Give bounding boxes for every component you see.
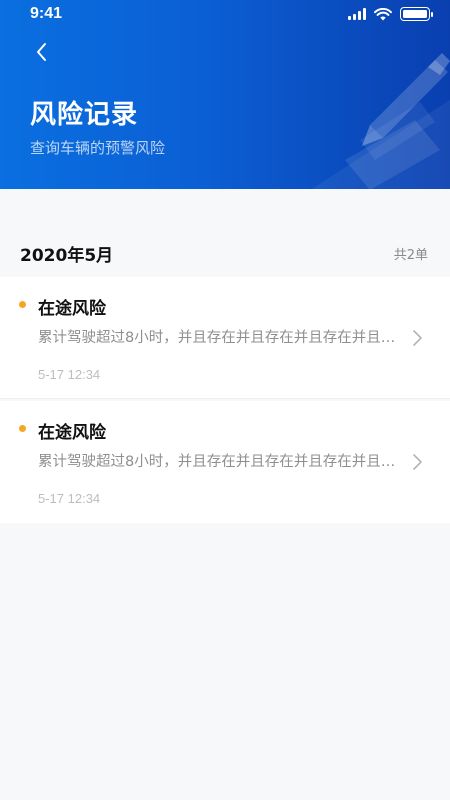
battery-icon [400,7,433,21]
section-month-label: 2020年5月 [20,246,114,266]
divider [0,398,450,399]
chevron-right-icon [413,330,422,346]
status-bar: 9:41 [0,0,450,30]
risk-record-time: 5-17 12:34 [38,491,101,506]
risk-record-description: 累计驾驶超过8小时，并且存在并且存在并且存在并且存在 [38,330,408,346]
pen-document-decoration [311,53,450,189]
wifi-icon [374,7,392,20]
page-header: 9:41 风险记录 查询车辆的预警风险 [0,0,450,189]
risk-record-time: 5-17 12:34 [38,367,101,382]
status-time: 9:41 [30,5,63,22]
page-title: 风险记录 [30,100,139,130]
back-button[interactable] [30,40,54,64]
risk-record-item[interactable]: 在途风险 累计驾驶超过8小时，并且存在并且存在并且存在并且存在 5-17 12:… [0,401,450,523]
risk-status-dot [19,301,26,308]
record-count: 共2单 [393,248,428,263]
back-arrow-icon [37,43,46,61]
month-section-header: 2020年5月 共2单 [0,225,450,277]
page-subtitle: 查询车辆的预警风险 [30,139,166,157]
risk-record-description: 累计驾驶超过8小时，并且存在并且存在并且存在并且存在 [38,454,408,470]
risk-record-item[interactable]: 在途风险 累计驾驶超过8小时，并且存在并且存在并且存在并且存在 5-17 12:… [0,277,450,399]
risk-status-dot [19,425,26,432]
risk-record-title: 在途风险 [38,299,106,319]
signal-icon [348,8,366,20]
risk-record-title: 在途风险 [38,423,106,443]
chevron-right-icon [413,454,422,470]
status-icons [348,7,433,21]
